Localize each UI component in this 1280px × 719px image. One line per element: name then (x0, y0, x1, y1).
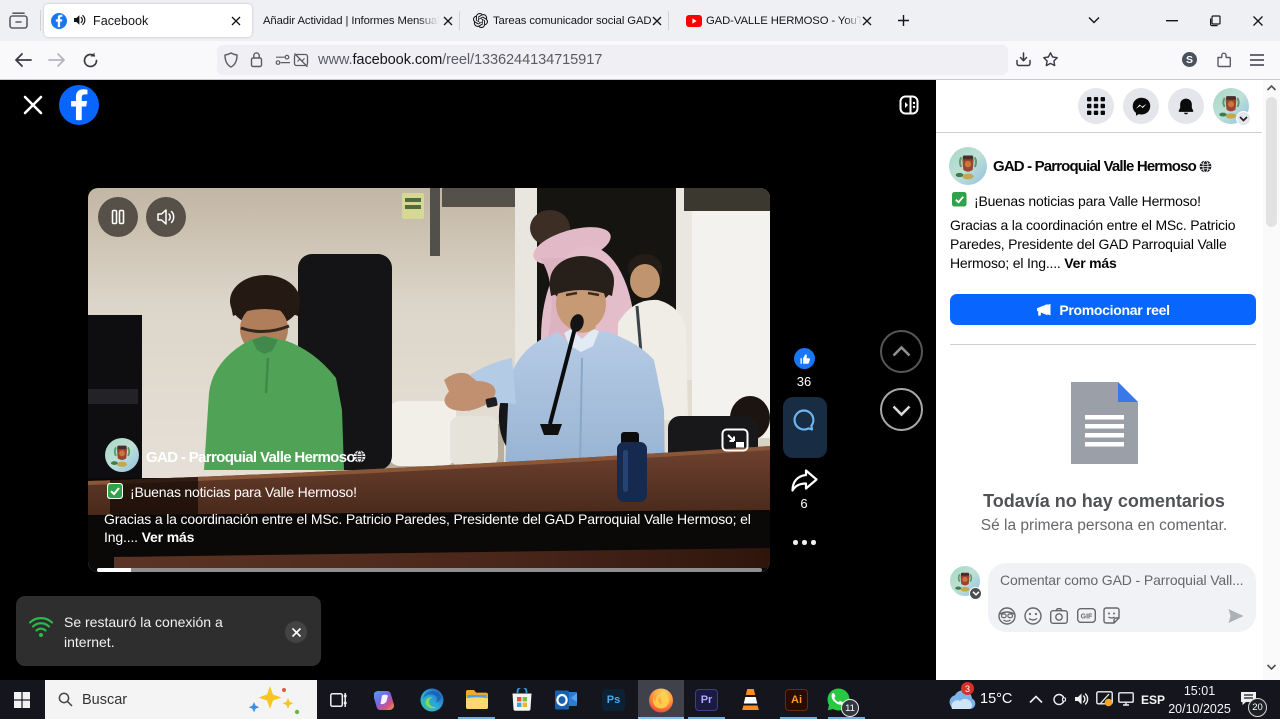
svg-text:GIF: GIF (1081, 614, 1093, 621)
